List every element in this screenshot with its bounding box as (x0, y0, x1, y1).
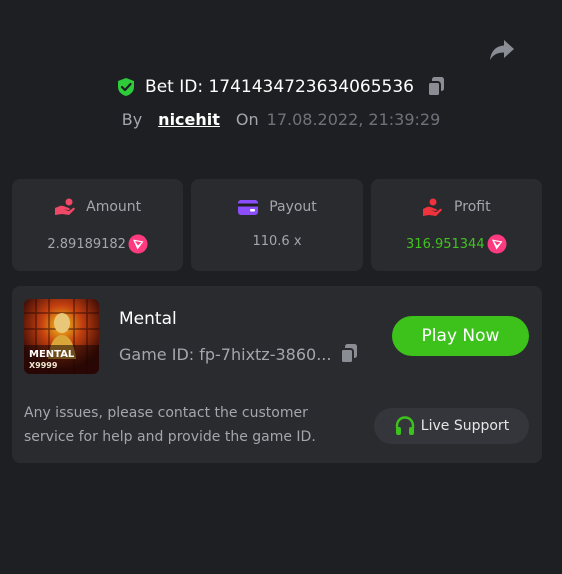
profit-icon (423, 198, 442, 216)
thumb-subtitle: X9999 (29, 361, 58, 370)
game-id-text: Game ID: fp-7hixtz-3860... (119, 344, 332, 364)
game-id-row: Game ID: fp-7hixtz-3860... (119, 343, 359, 365)
game-thumbnail[interactable]: MENTAL X9999 (24, 299, 99, 374)
live-support-button[interactable]: Live Support (374, 408, 529, 444)
shield-check-icon (118, 78, 135, 96)
payout-label: Payout (269, 199, 317, 215)
play-now-button[interactable]: Play Now (392, 316, 529, 356)
tron-coin-icon (128, 234, 148, 254)
bet-meta-row: By nicehit On 17.08.2022, 21:39:29 (0, 110, 562, 129)
headset-icon (395, 416, 414, 435)
live-support-label: Live Support (420, 418, 510, 434)
bet-id-text: Bet ID: 1741434723634065536 (145, 77, 414, 97)
on-label: On (235, 110, 259, 129)
payout-value: 110.6 x (252, 234, 302, 249)
profit-card: Profit 316.951344 (370, 179, 542, 271)
amount-label: Amount (86, 199, 142, 215)
bet-datetime: 17.08.2022, 21:39:29 (266, 110, 441, 129)
profit-label: Profit (454, 199, 491, 215)
thumb-title: MENTAL (29, 349, 75, 360)
wallet-icon (238, 200, 259, 215)
profit-value: 316.951344 (406, 236, 485, 252)
payout-card: Payout 110.6 x (191, 179, 363, 271)
copy-icon[interactable] (339, 343, 359, 365)
copy-icon[interactable] (426, 76, 446, 98)
amount-icon (55, 198, 75, 215)
game-card: MENTAL X9999 Mental Game ID: fp-7hixtz-3… (12, 286, 542, 463)
bet-id-row: Bet ID: 1741434723634065536 (0, 76, 562, 98)
tron-coin-icon (487, 234, 507, 254)
game-name: Mental (119, 309, 177, 329)
amount-value: 2.89189182 (47, 236, 126, 252)
share-icon[interactable] (489, 38, 515, 62)
bet-stats: Amount 2.89189182 Payout 110.6 x Profit … (12, 179, 542, 271)
support-notice: Any issues, please contact the customer … (24, 405, 316, 445)
amount-card: Amount 2.89189182 (12, 179, 184, 271)
by-label: By (121, 110, 143, 129)
username-link[interactable]: nicehit (158, 110, 220, 129)
